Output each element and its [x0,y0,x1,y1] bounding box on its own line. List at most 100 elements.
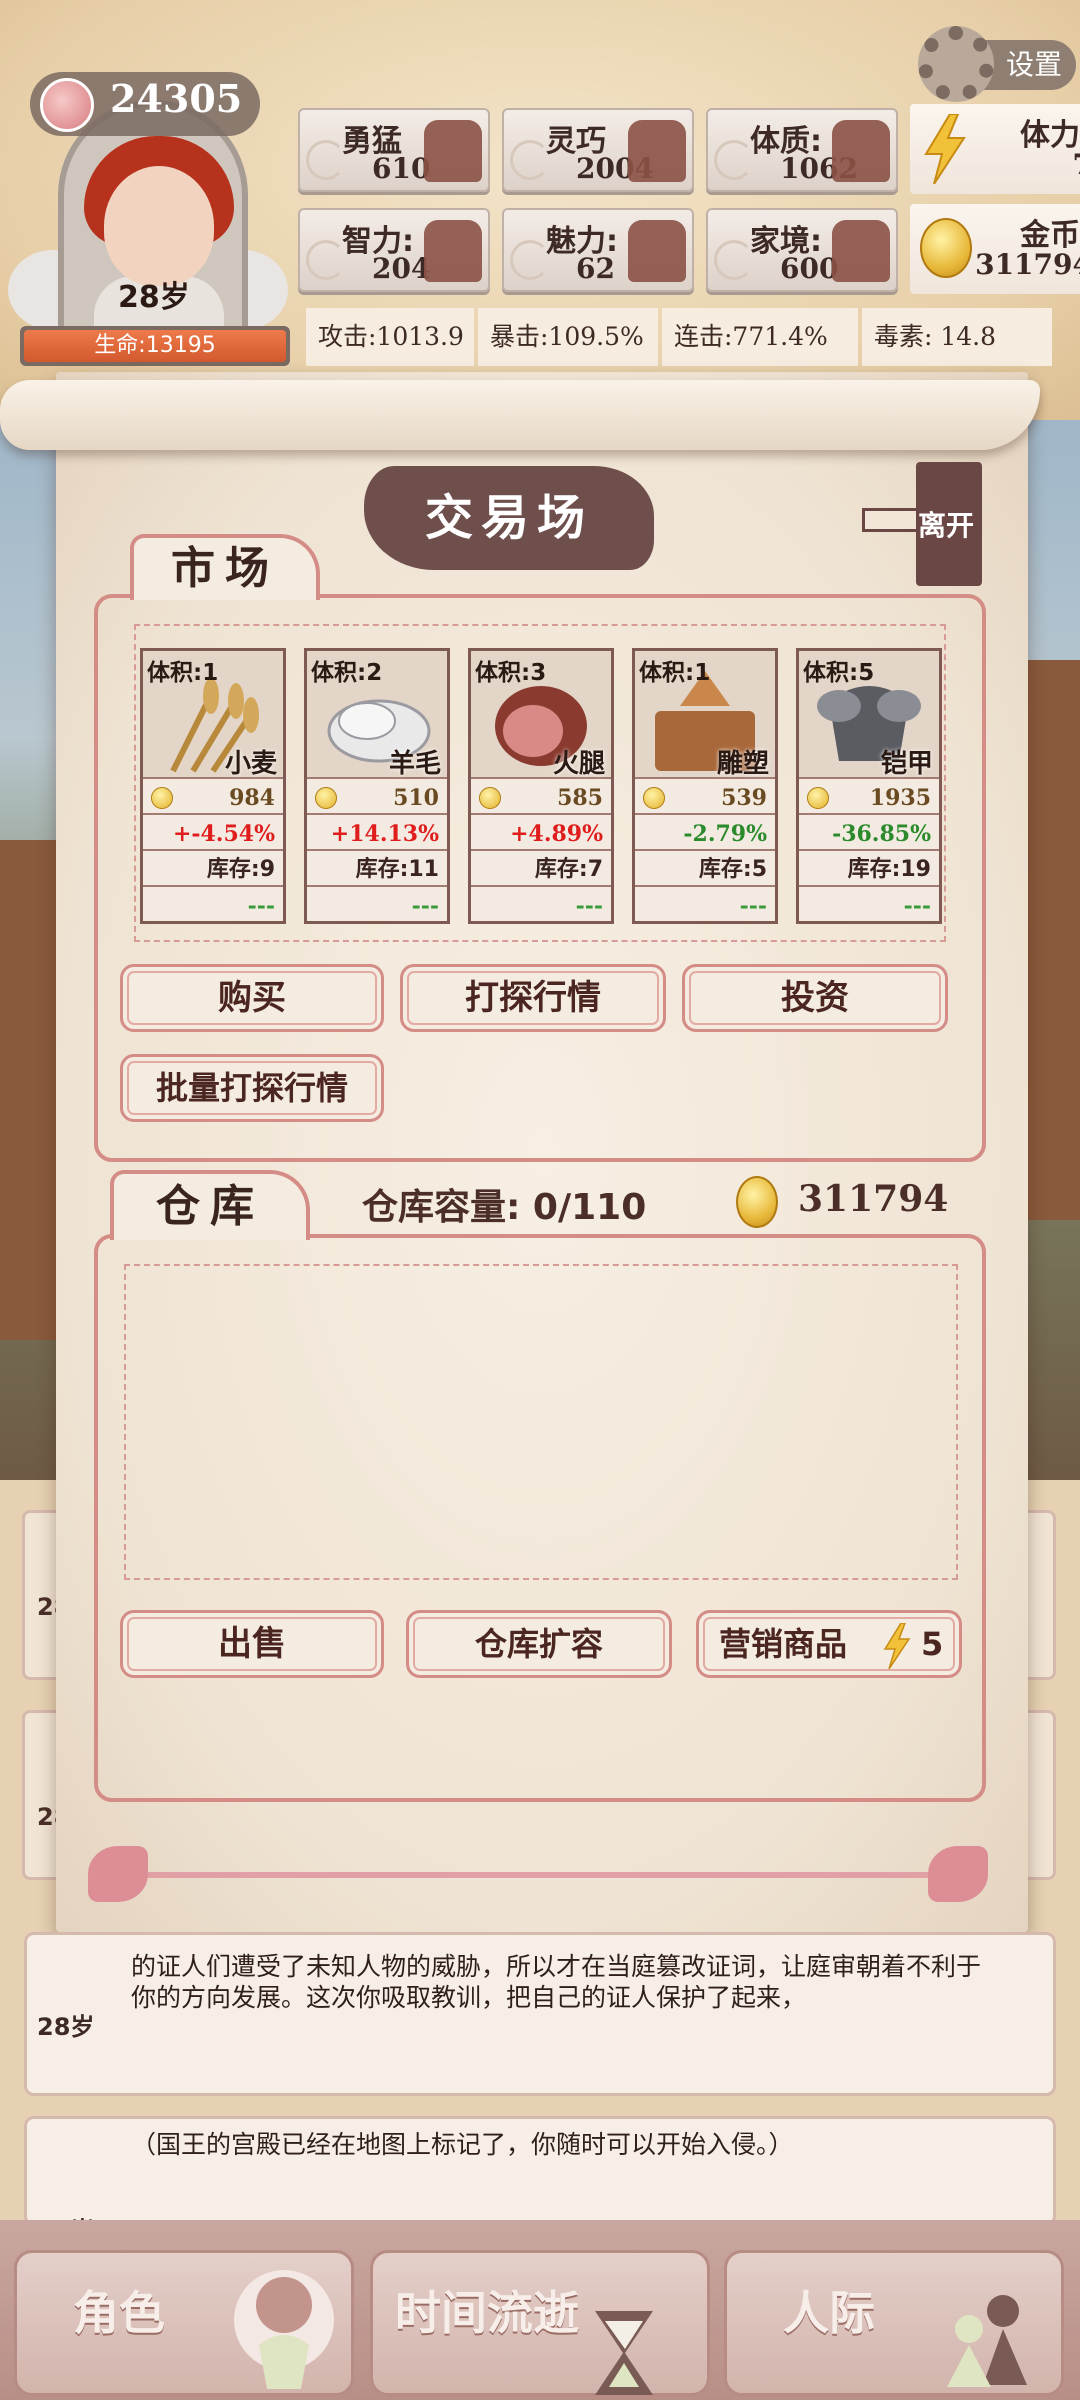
goods-card-sculpture[interactable]: 体积:1 雕塑 539 -2.79% 库存:5 --- [632,648,778,924]
settings-button[interactable]: 设置 [918,26,1078,102]
stat-agility[interactable]: 灵巧 2004 [502,108,694,192]
invest-button[interactable]: 投资 [682,964,948,1032]
scroll-top-roll [0,380,1040,450]
nav-label: 时间流逝 [395,2286,579,2340]
stat-constitution[interactable]: 体质: 1062 [706,108,898,192]
stat-bravery[interactable]: 勇猛 610 [298,108,490,192]
goods-change: +-4.54% [143,817,283,851]
stamina-label: 体力: [1020,118,1080,153]
stat-value: 62 [576,252,615,285]
goods-name: 铠甲 [880,749,933,779]
goods-stock: 库存:19 [799,853,939,887]
goods-held: --- [411,893,439,919]
ribbon-divider [120,1872,980,1878]
hourglass-icon [595,2311,653,2395]
soul-icon [40,78,94,132]
log-entry-text: 的证人们遭受了未知人物的威胁，所以才在当庭篡改证词，让庭审朝着不利于你的方向发展… [131,1952,982,2012]
marketing-button[interactable]: 营销商品 5 [696,1610,962,1678]
warehouse-items-area[interactable] [124,1264,958,1580]
goods-card-wheat[interactable]: 体积:1 小麦 984 +-4.54% 库存:9 --- [140,648,286,924]
marketing-cost: 5 [921,1625,944,1663]
market-tab: 市场 [130,534,320,600]
gear-icon [918,26,994,102]
stat-family[interactable]: 家境: 600 [706,208,898,292]
nav-time-passes[interactable]: 时间流逝 [370,2250,710,2396]
nav-character[interactable]: 角色 [14,2250,354,2396]
goods-stock: 库存:11 [307,853,447,887]
goods-name: 小麦 [224,749,277,779]
goods-price: 585 [471,781,611,815]
nav-label: 人际 [783,2286,875,2340]
goods-stock: 库存:9 [143,853,283,887]
stamina-value: 7 [1073,148,1080,181]
warehouse-tab: 仓库 [110,1170,310,1240]
goods-volume: 体积:1 [147,660,219,686]
goods-card-ham[interactable]: 体积:3 火腿 585 +4.89% 库存:7 --- [468,648,614,924]
gold-value: 311794 [975,248,1080,281]
marketing-label: 营销商品 [719,1625,848,1663]
nav-social[interactable]: 人际 [724,2250,1064,2396]
flower-ribbon-icon [928,1846,988,1902]
people-icon [947,2295,1027,2387]
goods-stock: 库存:7 [471,853,611,887]
goods-name: 羊毛 [388,749,441,779]
leg-icon [628,120,686,182]
money-hand-icon [832,220,890,282]
goods-price: 984 [143,781,283,815]
log-entry-text: （国王的宫殿已经在地图上标记了，你随时可以开始入侵。） [131,2130,794,2159]
lightning-icon [924,114,966,184]
goods-name: 火腿 [552,749,605,779]
house-right [1020,660,1080,1220]
age-label: 28岁 [118,280,190,315]
goods-change: +14.13% [307,817,447,851]
coin-icon [807,787,829,809]
arm-muscle-icon [832,120,890,182]
fist-icon [424,120,482,182]
lightning-icon [883,1623,911,1669]
stat-value: 204 [372,252,431,285]
goods-stock: 库存:5 [635,853,775,887]
goods-change: -36.85% [799,817,939,851]
scout-market-button[interactable]: 打探行情 [400,964,666,1032]
soul-points-value: 24305 [110,76,243,121]
coin-icon [315,787,337,809]
goods-volume: 体积:5 [803,660,875,686]
goods-held: --- [247,893,275,919]
panel-title: 交易场 [424,490,593,546]
goods-volume: 体积:2 [311,660,383,686]
goods-price: 539 [635,781,775,815]
combo-stat: 连击:771.4% [662,308,858,366]
coin-icon [736,1176,778,1228]
goods-card-wool[interactable]: 体积:2 羊毛 510 +14.13% 库存:11 --- [304,648,450,924]
goods-volume: 体积:3 [475,660,547,686]
goods-price: 1935 [799,781,939,815]
goods-card-armor[interactable]: 体积:5 铠甲 1935 -36.85% 库存:19 --- [796,648,942,924]
buy-button[interactable]: 购买 [120,964,384,1032]
leave-label: 离开 [918,509,975,542]
log-entry: 27岁 （国王的宫殿已经在地图上标记了，你随时可以开始入侵。） [24,2116,1056,2245]
log-entry-age: 28岁 [37,2013,95,2041]
stat-value: 600 [780,252,839,285]
brain-icon [424,220,482,282]
goods-change: -2.79% [635,817,775,851]
character-icon [234,2270,334,2389]
nav-label: 角色 [73,2286,165,2340]
goods-volume: 体积:1 [639,660,711,686]
stat-charm[interactable]: 魅力: 62 [502,208,694,292]
gold-box: 金币: 311794 [910,204,1080,294]
attack-stat: 攻击:1013.9 [306,308,474,366]
goods-price: 510 [307,781,447,815]
stat-intelligence[interactable]: 智力: 204 [298,208,490,292]
goods-held: --- [575,893,603,919]
batch-scout-button[interactable]: 批量打探行情 [120,1054,384,1122]
warehouse-gold: 311794 [798,1178,949,1220]
exit-arrow-icon [862,508,922,532]
expand-warehouse-button[interactable]: 仓库扩容 [406,1610,672,1678]
coin-icon [151,787,173,809]
coin-icon [920,218,972,278]
goods-change: +4.89% [471,817,611,851]
goods-held: --- [739,893,767,919]
sell-button[interactable]: 出售 [120,1610,384,1678]
goods-name: 雕塑 [716,749,769,779]
goods-held: --- [903,893,931,919]
